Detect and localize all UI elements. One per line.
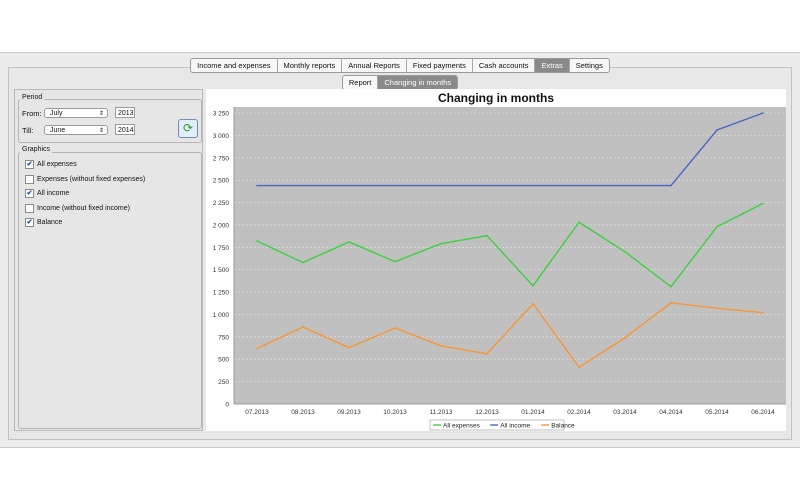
x-tick-label: 06.2014 (751, 409, 775, 416)
y-tick-label: 1 000 (213, 312, 230, 319)
data-point (348, 346, 350, 349)
y-tick-label: 750 (218, 334, 229, 341)
y-tick-label: 2 250 (213, 200, 230, 207)
data-point (486, 184, 488, 187)
data-point (716, 129, 718, 131)
x-tick-label: 09.2013 (337, 409, 361, 416)
legend-label: All expenses (443, 423, 481, 430)
data-point (532, 285, 534, 287)
x-tick-label: 08.2013 (291, 409, 315, 416)
data-point (348, 241, 350, 243)
y-tick-label: 2 750 (213, 155, 230, 162)
data-point (440, 184, 442, 187)
data-point (394, 327, 396, 329)
x-tick-label: 03.2014 (613, 409, 637, 416)
y-tick-label: 1 750 (213, 245, 230, 252)
y-tick-label: 500 (218, 357, 229, 364)
x-tick-label: 04.2014 (659, 409, 683, 416)
data-point (762, 311, 764, 314)
data-point (716, 225, 718, 228)
x-tick-label: 05.2014 (705, 409, 729, 416)
data-point (578, 366, 580, 369)
x-tick-label: 12.2013 (475, 409, 499, 416)
x-tick-label: 11.2013 (429, 409, 452, 416)
line-chart: 0 250 500 750 1 000 1 250 1 500 1 750 2 000 2 250… (213, 107, 786, 431)
data-point (486, 353, 488, 355)
legend-label: Balance (551, 423, 575, 430)
y-tick-label: 1 500 (213, 267, 230, 274)
data-point (716, 307, 718, 309)
data-point (762, 202, 764, 205)
data-point (302, 326, 304, 328)
x-tick-label: 07.2013 (245, 409, 269, 416)
data-point (624, 336, 626, 339)
data-point (394, 184, 396, 187)
y-tick-label: 250 (218, 379, 229, 386)
y-tick-label: 2 500 (213, 178, 230, 185)
data-point (532, 184, 534, 187)
data-point (670, 184, 672, 187)
data-point (440, 242, 442, 245)
y-tick-label: 1 250 (213, 290, 230, 297)
data-point (762, 112, 764, 114)
data-point (670, 285, 672, 288)
y-tick-label: 3 250 (213, 111, 230, 118)
data-point (578, 221, 580, 224)
data-point (440, 345, 442, 347)
data-point (256, 240, 258, 242)
data-point (670, 302, 672, 304)
data-point (578, 184, 580, 187)
data-point (302, 261, 304, 264)
y-tick-label: 2 000 (213, 222, 230, 229)
legend-label: All income (500, 423, 530, 430)
data-point (256, 347, 258, 350)
x-tick-label: 02.2014 (567, 409, 591, 416)
y-tick-label: 0 (225, 402, 229, 409)
data-point (624, 184, 626, 187)
data-point (348, 184, 350, 187)
data-point (624, 250, 626, 253)
data-point (394, 260, 396, 263)
data-point (532, 302, 534, 305)
data-point (302, 184, 304, 187)
x-tick-label: 01.2014 (521, 409, 545, 416)
y-tick-label: 3 000 (213, 133, 230, 140)
x-tick-label: 10.2013 (383, 409, 407, 416)
data-point (486, 234, 488, 237)
data-point (256, 184, 258, 187)
